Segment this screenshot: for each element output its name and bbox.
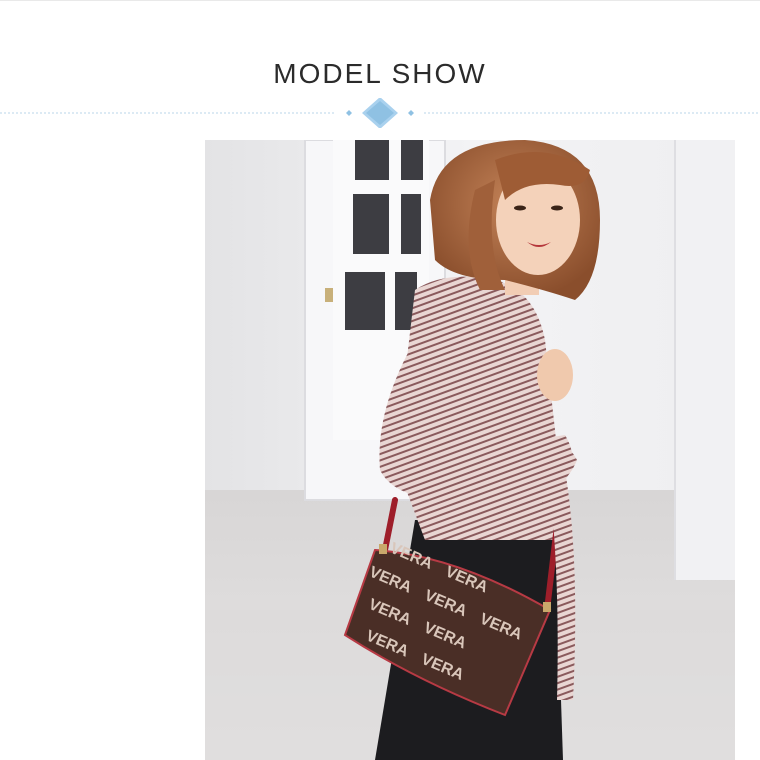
section-title: MODEL SHOW [273,58,487,89]
small-star-right-icon [408,110,414,116]
title-ornament [0,98,760,128]
model-photo: VERA VERA VERA VERA VERA VERA VERA VERA … [205,140,735,760]
model-photo-illustration: VERA VERA VERA VERA VERA VERA VERA VERA … [205,140,735,760]
diamond-icon [362,98,398,128]
small-star-left-icon [346,110,352,116]
section-header: MODEL SHOW [0,0,760,140]
